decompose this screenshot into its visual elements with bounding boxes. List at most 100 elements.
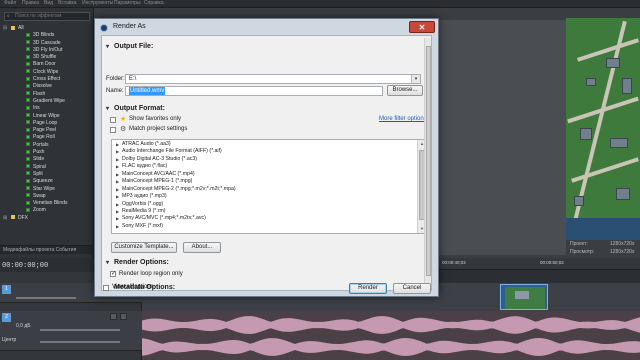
render-loop-checkbox[interactable]: [110, 270, 116, 277]
transition-item[interactable]: Gradient Wipe: [2, 98, 94, 105]
expand-icon[interactable]: ▶: [116, 148, 119, 155]
transition-item[interactable]: 3D Shuffle: [2, 54, 94, 61]
chevron-down-icon[interactable]: ▾: [411, 75, 420, 83]
render-button[interactable]: Render: [349, 283, 387, 294]
transition-item[interactable]: Iris: [2, 105, 94, 112]
transition-item[interactable]: Linear Wipe: [2, 113, 94, 120]
transition-item[interactable]: Swap: [2, 193, 94, 200]
format-item[interactable]: ▶ FLAC аудио (*.flac): [112, 163, 417, 170]
more-filter-options-link[interactable]: More filter options: [379, 116, 427, 122]
render-options-header[interactable]: ▾ Render Options:: [106, 259, 169, 266]
transition-item[interactable]: Venetian Blinds: [2, 200, 94, 207]
expand-icon[interactable]: ▶: [116, 141, 119, 148]
tree-item-label: Spiral: [33, 163, 46, 170]
close-button[interactable]: ✕: [409, 21, 435, 33]
mute-button[interactable]: [110, 313, 117, 320]
preview-value: 1280x720x: [610, 249, 635, 255]
expand-icon[interactable]: ⊞: [3, 215, 7, 222]
menu-insert[interactable]: Вставка: [58, 0, 77, 7]
folder-select[interactable]: E:\ ▾: [125, 74, 421, 84]
format-item[interactable]: ▶ MainConcept AVC/AAC (*.mp4): [112, 171, 417, 178]
video-preview-image: [566, 18, 640, 240]
output-file-header[interactable]: ▾ Output File:: [106, 43, 153, 50]
expand-icon[interactable]: ▶: [116, 215, 119, 222]
menu-edit[interactable]: Правка: [22, 0, 39, 7]
format-item[interactable]: ▶ Sony MXF (*.mxf): [112, 223, 417, 230]
transition-item[interactable]: Squeeze: [2, 178, 94, 185]
transition-icon: [26, 69, 30, 74]
menu-file[interactable]: Файл: [4, 0, 16, 7]
expand-icon[interactable]: ▶: [116, 186, 119, 193]
transition-item[interactable]: 3D Fly In/Out: [2, 47, 94, 54]
audio-track-header[interactable]: 2 0,0 дБ Центр: [0, 311, 142, 351]
format-item[interactable]: ▶ RealMedia 9 (*.rm): [112, 208, 417, 215]
solo-button[interactable]: [120, 313, 127, 320]
customize-template-button[interactable]: Customize Template...: [111, 242, 177, 253]
output-format-header[interactable]: ▾ Output Format:: [106, 105, 165, 112]
transition-item[interactable]: 3D Blinds: [2, 32, 94, 39]
transition-item[interactable]: Page Roll: [2, 134, 94, 141]
about-button[interactable]: About...: [183, 242, 221, 253]
transition-icon: [26, 76, 30, 81]
transition-item[interactable]: Barn Door: [2, 61, 94, 68]
match-project-label: Match project settings: [129, 126, 188, 132]
format-item[interactable]: ▶ MP3 аудио (*.mp3): [112, 193, 417, 200]
track-number: 1: [2, 285, 11, 294]
transition-item[interactable]: Spiral: [2, 164, 94, 171]
menu-tools[interactable]: Инструменты: [82, 0, 113, 7]
expand-icon[interactable]: ▶: [116, 208, 119, 215]
panel-tabs[interactable]: Медиафайлы проекта События: [0, 245, 94, 254]
transition-item[interactable]: Cross Effect: [2, 76, 94, 83]
match-project-checkbox[interactable]: [110, 127, 116, 133]
format-item[interactable]: ▶ Audio Interchange File Format (AIFF) (*…: [112, 148, 417, 155]
tree-folder[interactable]: ⊟ All: [2, 25, 94, 32]
format-item[interactable]: ▶ Sony AVC/MVC (*.mp4;*.m2ts;*.avc): [112, 215, 417, 222]
expand-icon[interactable]: ▶: [116, 156, 119, 163]
menu-options[interactable]: Параметры: [114, 0, 141, 7]
transition-item[interactable]: Push: [2, 149, 94, 156]
transition-item[interactable]: 3D Cascade: [2, 40, 94, 47]
transition-item[interactable]: Zoom: [2, 207, 94, 214]
expand-icon[interactable]: ▶: [116, 193, 119, 200]
show-favorites-checkbox[interactable]: [110, 117, 116, 123]
transition-item[interactable]: Page Peel: [2, 127, 94, 134]
format-item[interactable]: ▶ Dolby Digital AC-3 Studio (*.ac3): [112, 156, 417, 163]
menu-help[interactable]: Справка: [144, 0, 164, 7]
transition-item[interactable]: Clock Wipe: [2, 69, 94, 76]
menu-view[interactable]: Вид: [44, 0, 53, 7]
transition-item[interactable]: Star Wipe: [2, 186, 94, 193]
expand-icon[interactable]: ▶: [116, 201, 119, 208]
level-slider[interactable]: [16, 297, 76, 299]
volume-slider[interactable]: [40, 329, 120, 331]
audio-track[interactable]: [142, 311, 640, 360]
expand-icon[interactable]: ▶: [116, 171, 119, 178]
collapse-icon[interactable]: ⊟: [3, 25, 7, 32]
transition-item[interactable]: Slide: [2, 156, 94, 163]
transition-item[interactable]: Portals: [2, 142, 94, 149]
transition-item[interactable]: Flash: [2, 91, 94, 98]
transition-item[interactable]: Dissolve: [2, 83, 94, 90]
tree-item-label: Flash: [33, 90, 46, 97]
expand-icon[interactable]: ▶: [116, 223, 119, 230]
effects-search-input[interactable]: ⌕ Поиск по эффектам: [4, 12, 90, 21]
dialog-scrollbar[interactable]: [424, 38, 431, 288]
cancel-button[interactable]: Cancel: [393, 283, 431, 294]
view-all-options-checkbox[interactable]: [103, 285, 109, 291]
format-item[interactable]: ▶ MainConcept MPEG-1 (*.mpg): [112, 178, 417, 185]
transition-item[interactable]: Page Loop: [2, 120, 94, 127]
name-value: Untitled.wmv: [129, 87, 166, 95]
name-input[interactable]: Untitled.wmv: [125, 86, 383, 96]
expand-icon[interactable]: ▶: [116, 163, 119, 170]
scroll-thumb[interactable]: [426, 46, 431, 276]
format-item[interactable]: ▶ MainConcept MPEG-2 (*.mpg;*.m2v;*.m2t;*…: [112, 186, 417, 193]
expand-icon[interactable]: ▶: [116, 178, 119, 185]
tree-folder[interactable]: ⊞ DFX: [2, 215, 94, 222]
pan-slider[interactable]: [40, 341, 120, 343]
format-item[interactable]: ▶ OggVorbis (*.ogg): [112, 201, 417, 208]
format-item[interactable]: ▶ ATRAC Audio (*.aa3): [112, 141, 417, 148]
dialog-titlebar[interactable]: Render As ✕: [95, 19, 438, 35]
browse-button[interactable]: Browse...: [387, 85, 423, 96]
transition-item[interactable]: Split: [2, 171, 94, 178]
video-clip[interactable]: [500, 284, 548, 310]
track-number: 2: [2, 313, 11, 322]
